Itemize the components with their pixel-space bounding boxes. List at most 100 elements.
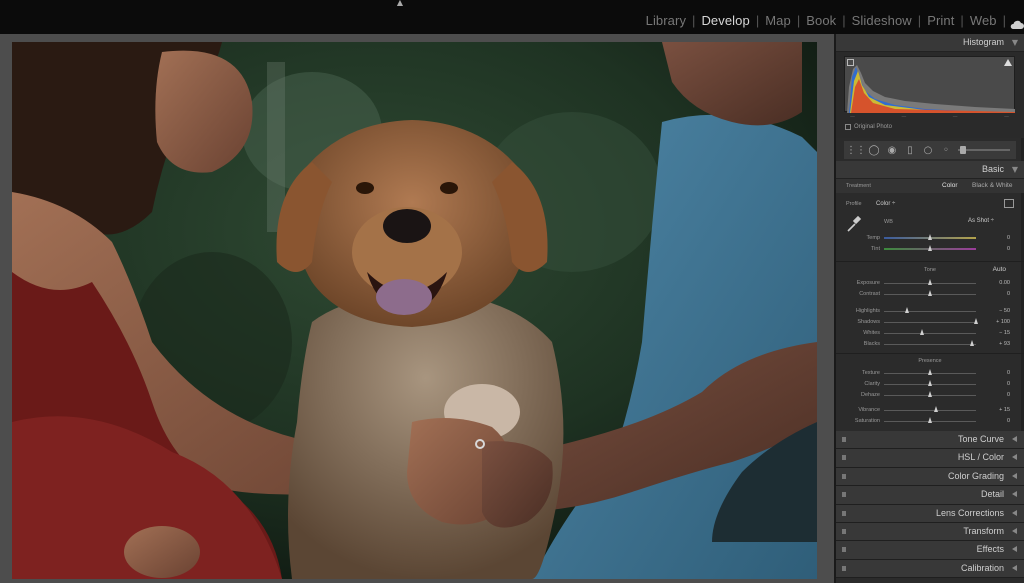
collapse-triangle-icon[interactable]: ▼ [1012, 38, 1018, 47]
texture-slider-row[interactable]: Texture 0 [836, 368, 1024, 379]
treatment-bw-option[interactable]: Black & White [972, 182, 1012, 189]
panel-switch-icon[interactable] [842, 492, 846, 498]
auto-button[interactable]: Auto [993, 266, 1006, 273]
vibrance-slider-row[interactable]: Vibrance + 15 [836, 405, 1024, 416]
shadows-thumb[interactable] [973, 318, 978, 324]
profile-select[interactable]: Color ÷ [876, 201, 895, 207]
expand-triangle-icon[interactable] [1012, 527, 1017, 534]
whites-track[interactable] [884, 333, 976, 334]
panel-effects[interactable]: Effects [836, 541, 1024, 560]
shadows-track[interactable] [884, 322, 976, 323]
blacks-track[interactable] [884, 344, 976, 345]
clarity-thumb[interactable] [927, 380, 932, 386]
vibrance-track[interactable] [884, 410, 976, 411]
panel-detail[interactable]: Detail [836, 486, 1024, 505]
panel-color-grading[interactable]: Color Grading [836, 467, 1024, 487]
shadows-slider-row[interactable]: Shadows + 100 [836, 317, 1024, 328]
brush-icon[interactable]: ◦ [940, 144, 952, 156]
panel-calibration[interactable]: Calibration [836, 559, 1024, 579]
dehaze-thumb[interactable] [927, 391, 932, 397]
highlights-value[interactable]: − 50 [988, 308, 1010, 314]
tint-slider-row[interactable]: Tint 0 [836, 244, 1024, 255]
module-book[interactable]: Book [800, 13, 842, 28]
eyedropper-icon[interactable] [846, 215, 862, 233]
grid-icon[interactable] [1004, 199, 1014, 208]
whites-slider-row[interactable]: Whites − 15 [836, 328, 1024, 339]
vibrance-thumb[interactable] [933, 406, 938, 412]
contrast-slider-row[interactable]: Contrast 0 [836, 289, 1024, 300]
panel-switch-icon[interactable] [842, 528, 846, 534]
highlights-slider-row[interactable]: Highlights − 50 [836, 306, 1024, 317]
expand-triangle-icon[interactable] [1012, 454, 1017, 461]
histogram-graph[interactable] [844, 56, 1015, 113]
treatment-color-option[interactable]: Color [942, 182, 958, 189]
exposure-slider-row[interactable]: Exposure 0.00 [836, 278, 1024, 289]
red-eye-icon[interactable]: ◉ [886, 144, 898, 156]
original-photo-toggle[interactable]: Original Photo [845, 124, 892, 130]
expand-triangle-icon[interactable] [1012, 491, 1017, 498]
saturation-value[interactable]: 0 [988, 418, 1010, 424]
dehaze-value[interactable]: 0 [988, 392, 1010, 398]
highlights-track[interactable] [884, 311, 976, 312]
photo[interactable] [12, 42, 817, 579]
module-slideshow[interactable]: Slideshow [846, 13, 918, 28]
module-print[interactable]: Print [921, 13, 960, 28]
panel-tone-curve[interactable]: Tone Curve [836, 431, 1024, 450]
panel-switch-icon[interactable] [842, 547, 846, 553]
texture-value[interactable]: 0 [988, 370, 1010, 376]
panel-hsl-color[interactable]: HSL / Color [836, 449, 1024, 468]
saturation-thumb[interactable] [927, 417, 932, 423]
panel-switch-icon[interactable] [842, 455, 846, 461]
temp-thumb[interactable] [927, 234, 932, 240]
whites-thumb[interactable] [920, 329, 925, 335]
original-photo-checkbox[interactable] [845, 124, 851, 130]
clarity-slider-row[interactable]: Clarity 0 [836, 379, 1024, 390]
dehaze-slider-row[interactable]: Dehaze 0 [836, 390, 1024, 401]
expand-triangle-icon[interactable] [1012, 436, 1017, 442]
collapse-triangle-icon[interactable]: ▼ [1012, 165, 1018, 174]
temp-slider-row[interactable]: Temp 0 [836, 233, 1024, 244]
exposure-value[interactable]: 0.00 [988, 280, 1010, 286]
healing-icon[interactable]: ◯ [868, 144, 880, 156]
cloud-icon[interactable] [1010, 15, 1024, 29]
wb-select[interactable]: As Shot ÷ [968, 218, 994, 224]
clarity-value[interactable]: 0 [988, 381, 1010, 387]
shadows-value[interactable]: + 100 [988, 319, 1010, 325]
contrast-value[interactable]: 0 [988, 291, 1010, 297]
texture-thumb[interactable] [927, 369, 932, 375]
panel-lens-corrections[interactable]: Lens Corrections [836, 504, 1024, 523]
temp-value[interactable]: 0 [988, 235, 1010, 241]
panel-transform[interactable]: Transform [836, 522, 1024, 542]
blacks-value[interactable]: + 93 [988, 341, 1010, 347]
tint-value[interactable]: 0 [988, 246, 1010, 252]
whites-value[interactable]: − 15 [988, 330, 1010, 336]
expand-triangle-icon[interactable] [1012, 564, 1017, 571]
module-web[interactable]: Web [964, 13, 1003, 28]
blacks-thumb[interactable] [969, 340, 974, 346]
module-map[interactable]: Map [759, 13, 797, 28]
saturation-slider-row[interactable]: Saturation 0 [836, 416, 1024, 427]
radial-filter-icon[interactable]: ○ [922, 144, 934, 156]
expand-triangle-icon[interactable] [1012, 472, 1017, 479]
contrast-thumb[interactable] [927, 290, 932, 296]
module-library[interactable]: Library [640, 13, 692, 28]
photo-viewer[interactable] [0, 34, 834, 583]
basic-header[interactable]: Basic ▼ [836, 161, 1024, 179]
tool-slider[interactable] [958, 146, 1010, 154]
graduated-filter-icon[interactable]: ▯ [904, 144, 916, 156]
expand-arrow-icon[interactable]: ▲ [396, 0, 404, 7]
highlights-thumb[interactable] [904, 307, 909, 313]
panel-switch-icon[interactable] [842, 437, 846, 442]
crop-icon[interactable]: ⋮⋮ [846, 144, 866, 156]
expand-triangle-icon[interactable] [1012, 546, 1017, 553]
module-develop[interactable]: Develop [695, 13, 755, 28]
blacks-slider-row[interactable]: Blacks + 93 [836, 339, 1024, 350]
tint-thumb[interactable] [927, 245, 932, 251]
vibrance-value[interactable]: + 15 [988, 407, 1010, 413]
histogram-header[interactable]: Histogram ▼ [836, 34, 1024, 52]
panel-switch-icon[interactable] [842, 565, 846, 571]
exposure-thumb[interactable] [927, 279, 932, 285]
panel-switch-icon[interactable] [842, 473, 846, 479]
panel-switch-icon[interactable] [842, 510, 846, 516]
expand-triangle-icon[interactable] [1012, 509, 1017, 516]
